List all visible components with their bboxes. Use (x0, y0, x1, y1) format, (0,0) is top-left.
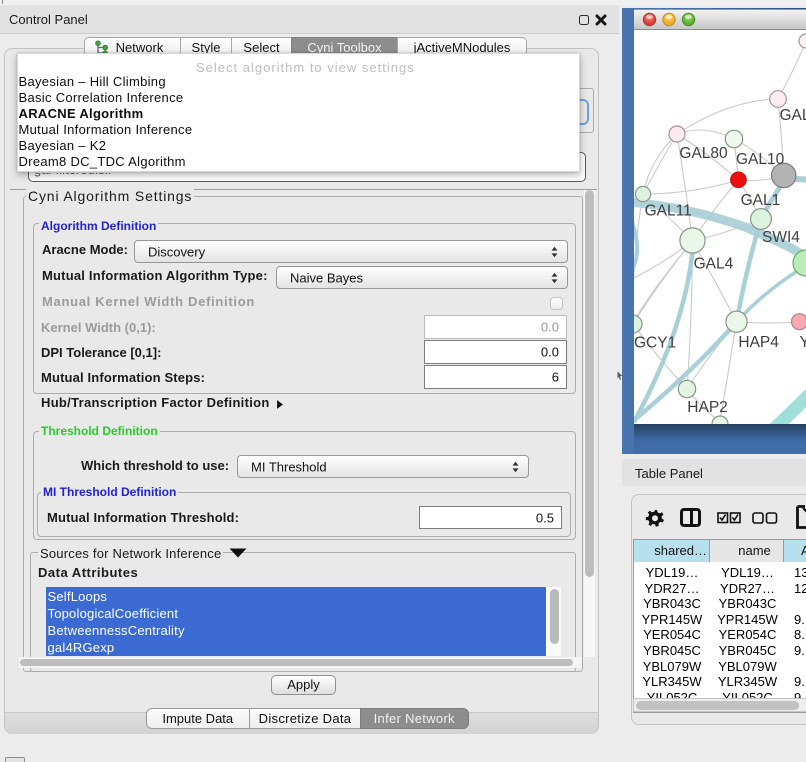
svg-text:Y: Y (800, 334, 806, 351)
svg-text:SWI4: SWI4 (762, 229, 800, 246)
svg-text:GAL: GAL (780, 107, 806, 124)
svg-text:GAL10: GAL10 (736, 151, 785, 168)
svg-text:GAL1: GAL1 (741, 192, 781, 209)
svg-text:GAL80: GAL80 (679, 145, 728, 162)
svg-text:HAP2: HAP2 (687, 399, 728, 416)
svg-text:HAP4: HAP4 (738, 334, 779, 351)
svg-text:GAL11: GAL11 (645, 203, 692, 220)
svg-text:GCY1: GCY1 (634, 335, 676, 352)
svg-text:GAL4: GAL4 (694, 256, 734, 273)
